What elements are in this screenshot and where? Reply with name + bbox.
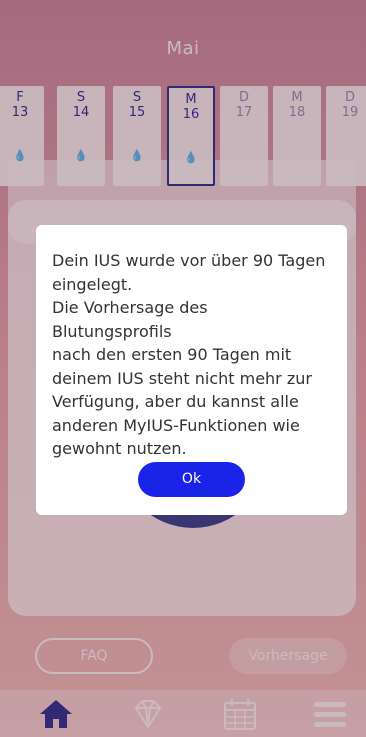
app-screen: Mai F 13 💧 S 14 💧 S 15 💧 M 16 💧 D 17 M 1… <box>0 0 366 737</box>
info-dialog: Dein IUS wurde vor über 90 Tagen eingele… <box>36 225 347 515</box>
ok-button[interactable]: Ok <box>138 462 245 497</box>
dialog-message: Dein IUS wurde vor über 90 Tagen eingele… <box>52 251 326 458</box>
